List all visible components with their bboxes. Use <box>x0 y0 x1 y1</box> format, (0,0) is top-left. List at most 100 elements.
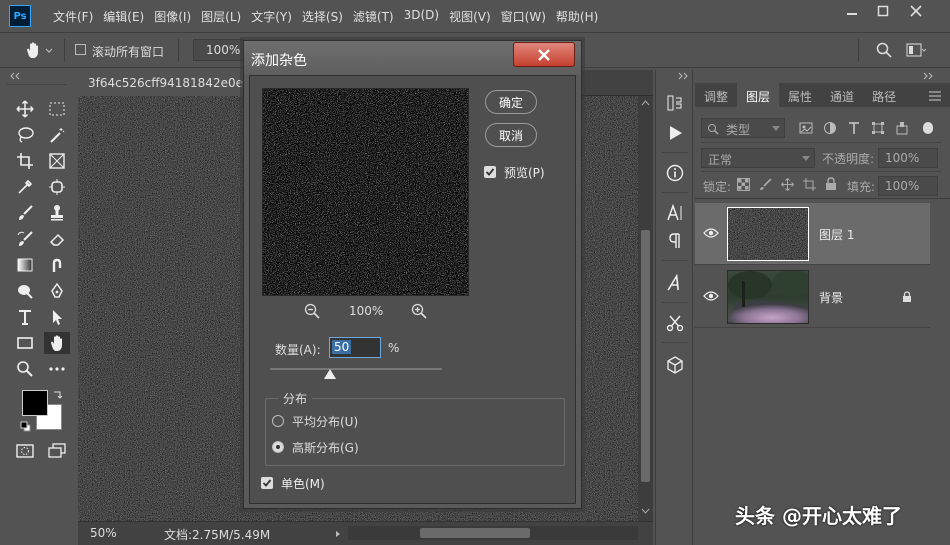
cancel-button[interactable]: 取消 <box>485 123 537 147</box>
type-tool[interactable] <box>12 306 38 328</box>
gradient-tool[interactable] <box>12 254 38 276</box>
pen-tool[interactable] <box>44 280 70 302</box>
status-menu-arrow-icon[interactable] <box>334 530 342 538</box>
scroll-all-windows-checkbox[interactable] <box>75 44 86 55</box>
fill-input[interactable]: 100% <box>878 176 938 196</box>
lock-all-icon[interactable] <box>825 177 837 191</box>
3d-panel-button[interactable] <box>664 354 686 376</box>
ok-button[interactable]: 确定 <box>485 90 537 114</box>
horizontal-scrollbar[interactable] <box>348 526 638 540</box>
search-button[interactable] <box>876 42 892 58</box>
horizontal-scroll-thumb[interactable] <box>420 528 530 538</box>
layer-name[interactable]: 背景 <box>819 289 843 306</box>
lock-position-icon[interactable] <box>781 178 794 191</box>
character-panel-button[interactable] <box>664 202 686 224</box>
marquee-tool[interactable] <box>44 98 70 120</box>
monochromatic-checkbox[interactable] <box>261 477 273 489</box>
spot-healing-tool[interactable] <box>44 176 70 198</box>
blur-tool[interactable] <box>44 254 70 276</box>
vertical-scroll-thumb[interactable] <box>641 230 650 482</box>
amount-input[interactable]: 50 <box>329 337 381 358</box>
tab-channels[interactable]: 通道 <box>821 83 863 107</box>
filter-kind-dropdown[interactable]: 类型 <box>701 118 785 138</box>
actions-panel-button[interactable] <box>664 122 686 144</box>
filter-adjustment-icon[interactable] <box>823 121 837 135</box>
filter-shape-icon[interactable] <box>871 121 885 135</box>
menu-help[interactable]: 帮助(H) <box>551 8 603 25</box>
scroll-up-icon[interactable] <box>641 100 650 106</box>
maximize-button[interactable] <box>867 0 899 22</box>
collapse-layers-icon[interactable] <box>921 72 935 80</box>
noise-preview[interactable] <box>262 88 469 296</box>
tab-paths[interactable]: 路径 <box>863 83 905 107</box>
eyedropper-tool[interactable] <box>12 176 38 198</box>
menu-layer[interactable]: 图层(L) <box>196 8 246 25</box>
default-colors-icon[interactable] <box>20 421 32 433</box>
minimize-button[interactable] <box>836 0 868 22</box>
menu-file[interactable]: 文件(F) <box>48 8 98 25</box>
close-window-button[interactable] <box>900 0 932 22</box>
path-selection-tool[interactable] <box>44 306 70 328</box>
blend-mode-dropdown[interactable]: 正常 <box>701 148 815 168</box>
zoom-100-button[interactable]: 100% <box>193 39 245 61</box>
quick-mask-button[interactable] <box>12 440 38 462</box>
tab-layers[interactable]: 图层 <box>737 83 780 107</box>
scroll-down-icon[interactable] <box>641 508 650 514</box>
filter-toggle-switch[interactable] <box>923 122 933 134</box>
hand-tool-preset[interactable] <box>24 41 54 59</box>
menu-select[interactable]: 选择(S) <box>297 8 348 25</box>
menu-edit[interactable]: 编辑(E) <box>98 8 149 25</box>
clone-stamp-tool[interactable] <box>44 202 70 224</box>
crop-tool[interactable] <box>12 150 38 172</box>
filter-type-icon[interactable] <box>847 121 861 135</box>
uniform-radio[interactable] <box>272 415 284 427</box>
menu-filter[interactable]: 滤镜(T) <box>348 8 399 25</box>
layer-name[interactable]: 图层 1 <box>819 226 854 243</box>
filter-smart-object-icon[interactable] <box>895 121 909 135</box>
lock-pixels-icon[interactable] <box>759 178 772 191</box>
menu-view[interactable]: 视图(V) <box>444 8 496 25</box>
brush-tool[interactable] <box>12 202 38 224</box>
history-brush-tool[interactable] <box>12 228 38 250</box>
workspace-button[interactable] <box>906 43 926 57</box>
amount-slider-thumb[interactable] <box>324 369 337 379</box>
dodge-tool[interactable] <box>12 280 38 302</box>
rectangle-tool[interactable] <box>12 332 38 354</box>
info-panel-button[interactable] <box>664 162 686 184</box>
history-panel-button[interactable] <box>664 92 686 114</box>
tab-properties[interactable]: 属性 <box>779 83 821 107</box>
swap-colors-icon[interactable] <box>52 389 64 401</box>
zoom-out-icon[interactable] <box>304 303 320 319</box>
menu-type[interactable]: 文字(Y) <box>246 8 297 25</box>
preview-checkbox[interactable] <box>484 166 496 178</box>
opacity-input[interactable]: 100% <box>878 148 938 168</box>
magic-wand-tool[interactable] <box>44 124 70 146</box>
menu-3d[interactable]: 3D(D) <box>399 8 444 25</box>
dialog-title-bar[interactable]: 添加杂色 <box>244 41 581 75</box>
gaussian-radio[interactable] <box>272 441 284 453</box>
hand-tool[interactable] <box>44 332 70 354</box>
glyphs-panel-button[interactable] <box>664 272 686 294</box>
menu-image[interactable]: 图像(I) <box>149 8 196 25</box>
visibility-eye-icon[interactable] <box>703 227 719 239</box>
move-tool[interactable] <box>12 98 38 120</box>
frame-tool[interactable] <box>44 150 70 172</box>
lock-transparent-icon[interactable] <box>737 178 750 191</box>
dialog-close-button[interactable] <box>513 42 575 67</box>
filter-pixel-icon[interactable] <box>799 121 813 135</box>
collapse-toolbar-icon[interactable] <box>8 72 22 80</box>
zoom-tool[interactable] <box>12 358 38 380</box>
panel-menu-icon[interactable] <box>928 91 942 101</box>
lock-artboard-icon[interactable] <box>803 178 816 191</box>
amount-slider-track[interactable] <box>270 368 442 370</box>
vertical-scrollbar[interactable] <box>638 96 653 521</box>
zoom-level[interactable]: 50% <box>90 526 117 540</box>
screen-mode-button[interactable] <box>44 440 70 462</box>
paragraph-panel-button[interactable] <box>664 230 686 252</box>
visibility-eye-icon[interactable] <box>703 290 719 302</box>
layer-row[interactable]: 图层 1 <box>695 203 930 265</box>
eraser-tool[interactable] <box>44 228 70 250</box>
foreground-color-swatch[interactable] <box>22 390 48 416</box>
collapse-panels-icon[interactable] <box>676 72 690 80</box>
menu-window[interactable]: 窗口(W) <box>496 8 551 25</box>
